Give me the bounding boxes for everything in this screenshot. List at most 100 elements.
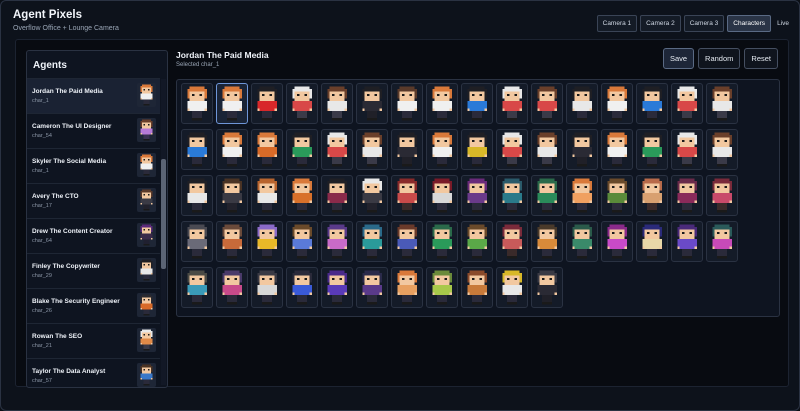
character-option[interactable]: [356, 175, 388, 216]
character-option[interactable]: [461, 83, 493, 124]
save-button[interactable]: Save: [662, 48, 695, 69]
character-option[interactable]: [426, 267, 458, 308]
character-option[interactable]: [601, 175, 633, 216]
character-option[interactable]: [496, 83, 528, 124]
character-option[interactable]: [286, 129, 318, 170]
character-option[interactable]: [706, 83, 738, 124]
character-option[interactable]: [671, 83, 703, 124]
scrollbar-thumb[interactable]: [161, 159, 166, 269]
character-option[interactable]: [426, 83, 458, 124]
tab-camera-2[interactable]: Camera 2: [640, 15, 681, 32]
live-status: Live: [777, 20, 789, 27]
app-title: Agent Pixels: [13, 9, 83, 21]
character-option[interactable]: [706, 129, 738, 170]
tab-characters[interactable]: Characters: [727, 15, 772, 32]
character-option[interactable]: [251, 129, 283, 170]
character-option[interactable]: [566, 83, 598, 124]
tab-camera-3[interactable]: Camera 3: [683, 15, 725, 32]
character-option[interactable]: [496, 221, 528, 262]
character-option[interactable]: [181, 267, 213, 308]
character-option[interactable]: [461, 267, 493, 308]
app-window: Agent Pixels Overflow Office + Lounge Ca…: [0, 0, 800, 411]
agent-char-id: char_54: [32, 133, 52, 139]
character-option[interactable]: [391, 221, 423, 262]
character-option[interactable]: [601, 83, 633, 124]
agent-list-item[interactable]: Skyler The Social Media char_1: [27, 148, 160, 183]
character-option[interactable]: [531, 129, 563, 170]
character-option[interactable]: [181, 221, 213, 262]
character-option[interactable]: [706, 175, 738, 216]
character-option[interactable]: [671, 221, 703, 262]
character-option[interactable]: [251, 267, 283, 308]
character-option[interactable]: [356, 267, 388, 308]
character-option[interactable]: [286, 83, 318, 124]
character-option[interactable]: [636, 129, 668, 170]
agents-sidebar: Agents Jordan The Paid Media char_1 Camero…: [26, 50, 168, 388]
character-option[interactable]: [356, 129, 388, 170]
agent-list-item[interactable]: Cameron The UI Designer char_54: [27, 113, 160, 148]
character-option[interactable]: [426, 175, 458, 216]
character-option[interactable]: [671, 129, 703, 170]
random-button[interactable]: Random: [698, 48, 741, 69]
character-option[interactable]: [636, 83, 668, 124]
character-option[interactable]: [391, 129, 423, 170]
character-option[interactable]: [706, 221, 738, 262]
character-option[interactable]: [531, 267, 563, 308]
tab-camera-1[interactable]: Camera 1: [596, 15, 638, 32]
agent-list-item[interactable]: Taylor The Data Analyst char_57: [27, 358, 160, 387]
character-option[interactable]: [496, 267, 528, 308]
character-option[interactable]: [321, 221, 353, 262]
character-option[interactable]: [216, 129, 248, 170]
character-option[interactable]: [426, 129, 458, 170]
character-option[interactable]: [216, 83, 248, 124]
agent-list-item[interactable]: Rowan The SEO char_21: [27, 323, 160, 358]
character-option[interactable]: [321, 129, 353, 170]
character-option[interactable]: [531, 221, 563, 262]
character-option[interactable]: [531, 83, 563, 124]
character-option[interactable]: [356, 221, 388, 262]
agent-list-item[interactable]: Drew The Content Creator char_64: [27, 218, 160, 253]
character-option[interactable]: [286, 175, 318, 216]
character-option[interactable]: [251, 83, 283, 124]
character-option[interactable]: [251, 175, 283, 216]
character-option[interactable]: [461, 129, 493, 170]
character-option[interactable]: [461, 175, 493, 216]
agent-name: Rowan The SEO: [32, 333, 83, 340]
sidebar-scrollbar[interactable]: [161, 79, 166, 385]
character-option[interactable]: [321, 267, 353, 308]
action-buttons: Save Random Reset: [662, 48, 778, 69]
agent-list-item[interactable]: Jordan The Paid Media char_1: [27, 78, 160, 113]
character-option[interactable]: [181, 129, 213, 170]
character-option[interactable]: [181, 83, 213, 124]
character-option[interactable]: [601, 221, 633, 262]
character-option[interactable]: [321, 83, 353, 124]
character-option[interactable]: [356, 83, 388, 124]
character-option[interactable]: [321, 175, 353, 216]
agent-list-item[interactable]: Blake The Security Engineer char_26: [27, 288, 160, 323]
character-option[interactable]: [181, 175, 213, 216]
character-option[interactable]: [391, 83, 423, 124]
character-option[interactable]: [216, 175, 248, 216]
character-option[interactable]: [566, 221, 598, 262]
character-option[interactable]: [216, 221, 248, 262]
character-option[interactable]: [566, 175, 598, 216]
character-option[interactable]: [496, 129, 528, 170]
character-option[interactable]: [531, 175, 563, 216]
character-option[interactable]: [671, 175, 703, 216]
character-option[interactable]: [216, 267, 248, 308]
agent-list-item[interactable]: Finley The Copywriter char_29: [27, 253, 160, 288]
character-option[interactable]: [391, 267, 423, 308]
character-option[interactable]: [601, 129, 633, 170]
character-option[interactable]: [496, 175, 528, 216]
character-option[interactable]: [566, 129, 598, 170]
reset-button[interactable]: Reset: [744, 48, 778, 69]
character-option[interactable]: [391, 175, 423, 216]
character-option[interactable]: [636, 221, 668, 262]
character-option[interactable]: [251, 221, 283, 262]
character-option[interactable]: [286, 267, 318, 308]
character-option[interactable]: [461, 221, 493, 262]
agent-list-item[interactable]: Avery The CTO char_17: [27, 183, 160, 218]
character-option[interactable]: [286, 221, 318, 262]
character-option[interactable]: [426, 221, 458, 262]
character-option[interactable]: [636, 175, 668, 216]
